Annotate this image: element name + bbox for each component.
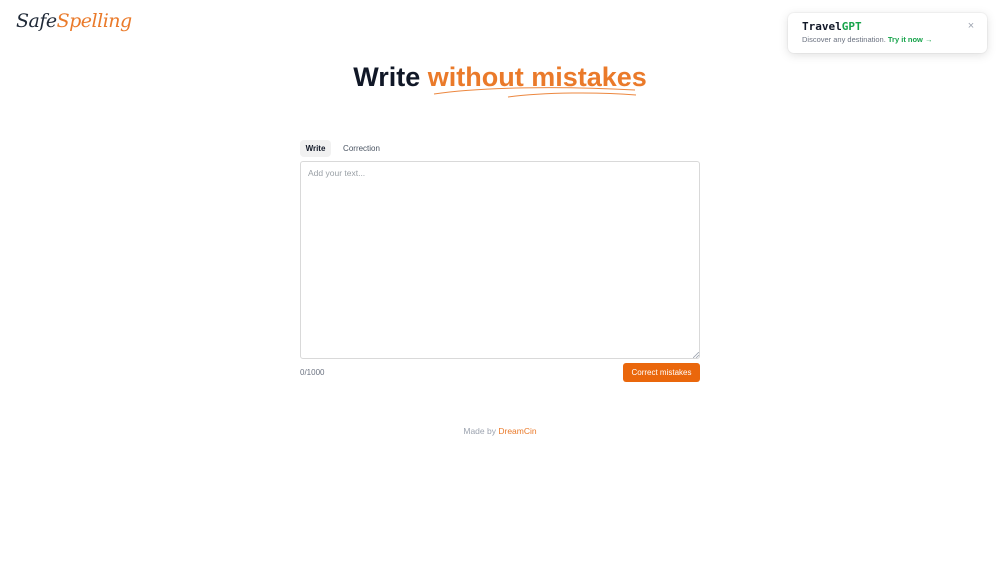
footer-prefix: Made by bbox=[463, 426, 499, 436]
logo-part-b: Spelling bbox=[56, 10, 133, 32]
close-icon[interactable]: × bbox=[965, 20, 977, 32]
promo-toast: TravelGPT Discover any destination. Try … bbox=[788, 13, 987, 53]
logo[interactable]: SafeSpelling bbox=[16, 9, 132, 33]
resize-handle-icon[interactable] bbox=[693, 352, 699, 358]
toast-title: TravelGPT bbox=[802, 20, 862, 33]
tab-write[interactable]: Write bbox=[300, 140, 331, 157]
toast-try-link[interactable]: Try it now → bbox=[888, 35, 933, 44]
page: SafeSpelling TravelGPT Discover any dest… bbox=[0, 0, 1000, 563]
page-title: Write without mistakes bbox=[0, 60, 1000, 94]
page-title-part-a: Write bbox=[353, 62, 428, 92]
footer-author-link[interactable]: DreamCin bbox=[498, 426, 536, 436]
text-input[interactable] bbox=[300, 161, 700, 359]
toast-title-b: GPT bbox=[841, 20, 862, 33]
toast-description: Discover any destination. Try it now → bbox=[802, 35, 932, 45]
correct-mistakes-button[interactable]: Correct mistakes bbox=[623, 363, 700, 382]
tab-correction[interactable]: Correction bbox=[338, 140, 385, 157]
footer: Made by DreamCin bbox=[0, 426, 1000, 436]
logo-part-a: Safe bbox=[16, 10, 57, 32]
toast-title-a: Travel bbox=[802, 20, 842, 33]
toast-description-text: Discover any destination. bbox=[802, 35, 886, 44]
character-counter: 0/1000 bbox=[300, 368, 325, 377]
page-title-part-b: without mistakes bbox=[427, 62, 647, 92]
